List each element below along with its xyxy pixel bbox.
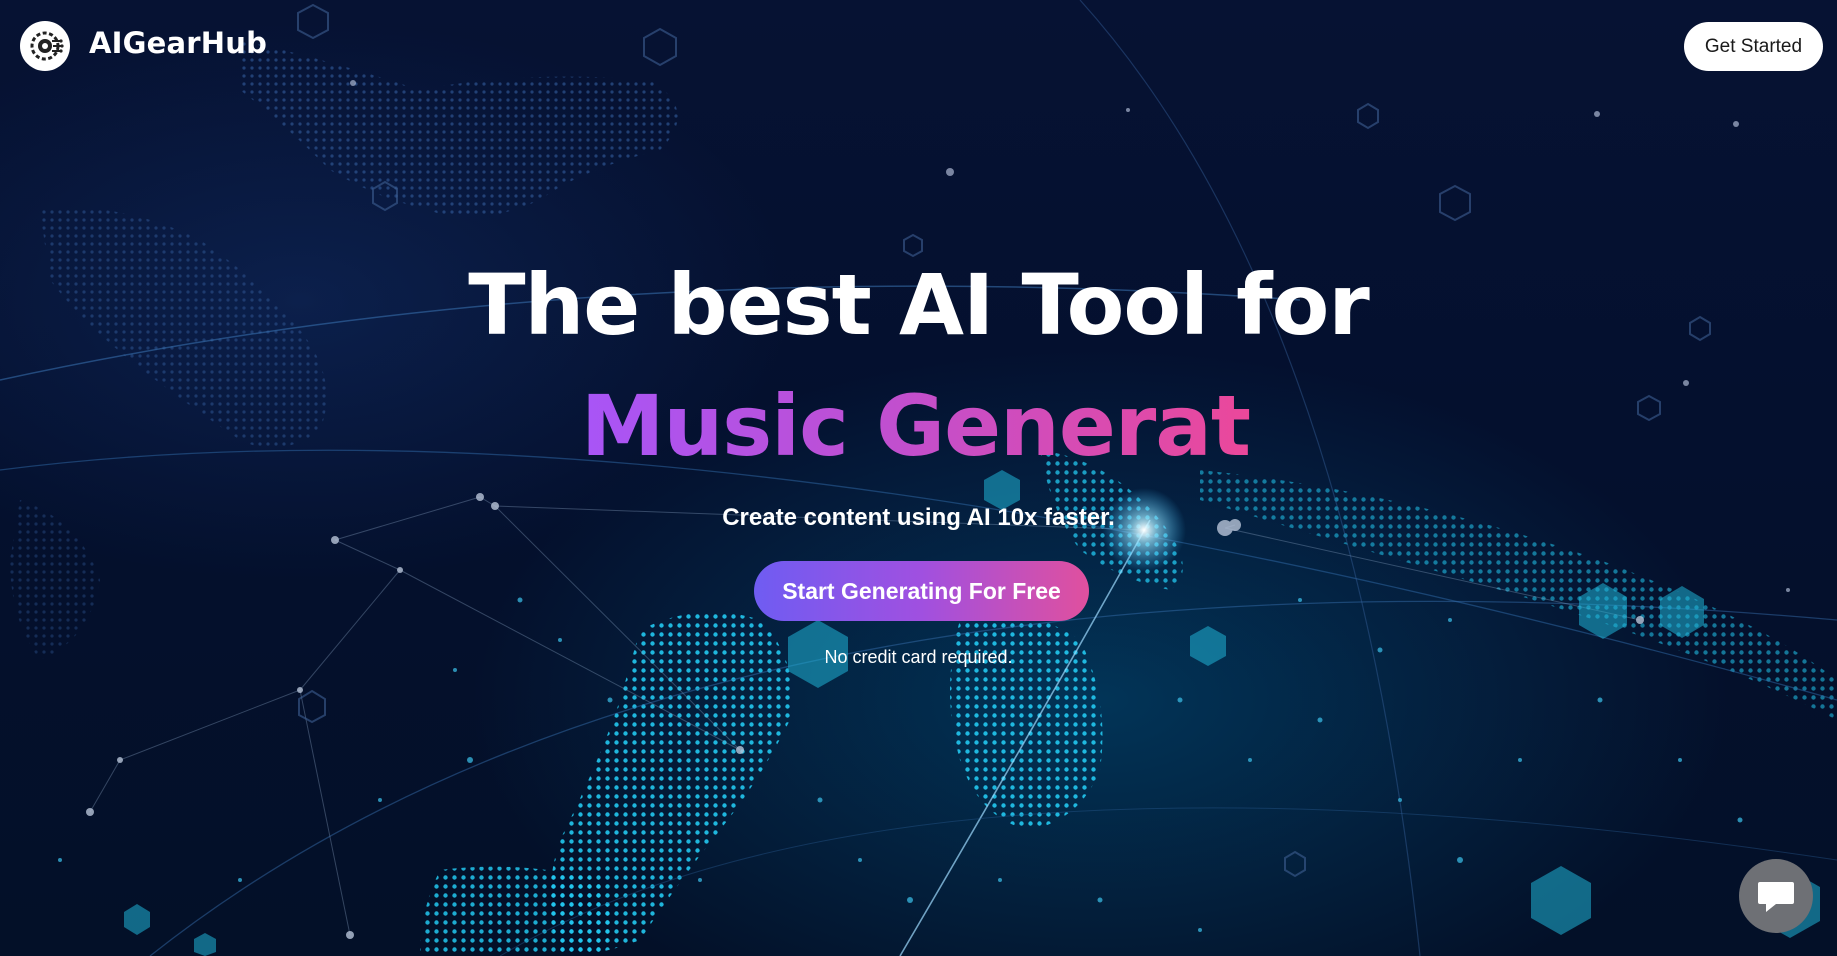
- chat-bubble-icon: [1758, 882, 1794, 912]
- hero-title-gradient-text: Music Generat: [581, 377, 1256, 475]
- start-generating-button[interactable]: Start Generating For Free: [754, 561, 1089, 621]
- logo-mark: [30, 31, 64, 61]
- hero-title-line-1: The best AI Tool for: [468, 256, 1370, 354]
- get-started-button[interactable]: Get Started: [1684, 22, 1823, 71]
- gear-circuit-icon[interactable]: [20, 21, 70, 71]
- landing-page: AIGearHub Get Started The best AI Tool f…: [0, 0, 1837, 956]
- brand-name[interactable]: AIGearHub: [89, 26, 267, 60]
- no-credit-card-note: No credit card required.: [824, 647, 1013, 667]
- globe-network-background: [0, 0, 1837, 956]
- chat-widget-button[interactable]: [1739, 859, 1813, 933]
- site-header: AIGearHub Get Started: [0, 0, 1837, 94]
- hero-title-line-2: Music Generat: [0, 384, 1837, 468]
- hero-subtitle: Create content using AI 10x faster.: [722, 504, 1115, 531]
